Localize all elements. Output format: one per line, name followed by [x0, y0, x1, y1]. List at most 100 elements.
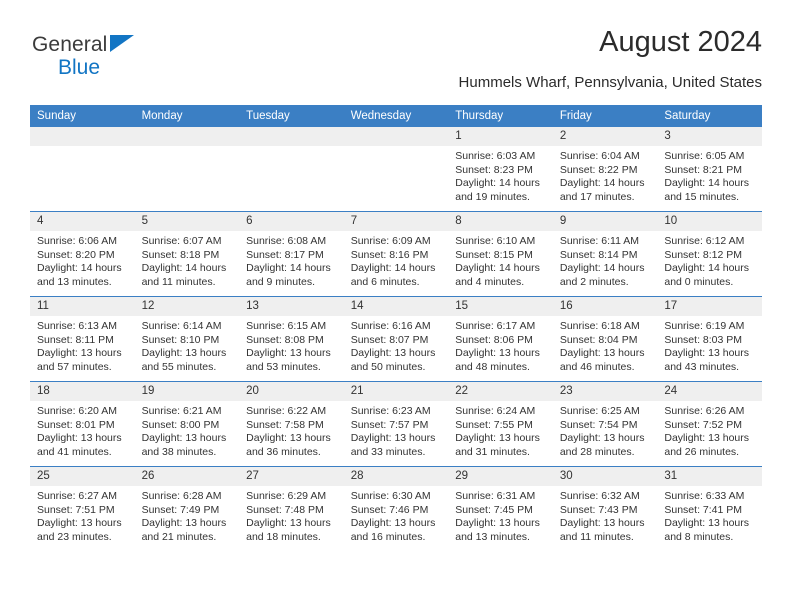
calendar-day-cell[interactable]: 14 Sunrise: 6:16 AM Sunset: 8:07 PM Dayligh…: [343, 296, 449, 382]
sunset-text: Sunset: 7:55 PM: [455, 418, 533, 431]
daylight-text-line2: and 4 minutes.: [455, 275, 525, 288]
day-sun-info: Sunrise: 6:08 AM Sunset: 8:17 PM Daylight:…: [239, 231, 344, 289]
daylight-text-line2: and 33 minutes.: [350, 445, 426, 458]
daylight-text-line1: Daylight: 13 hours: [664, 347, 750, 360]
calendar-day-cell[interactable]: 22 Sunrise: 6:24 AM Sunset: 7:55 PM Dayligh…: [448, 381, 553, 467]
calendar-day-cell[interactable]: 9 Sunrise: 6:11 AM Sunset: 8:14 PM Daylight…: [552, 211, 658, 297]
sunset-text: Sunset: 8:10 PM: [141, 333, 220, 346]
sunrise-text: Sunrise: 6:22 AM: [246, 405, 327, 417]
calendar-day-cell[interactable]: 12 Sunrise: 6:14 AM Sunset: 8:10 PM Dayligh…: [134, 296, 240, 382]
calendar-day-cell[interactable]: 7 Sunrise: 6:09 AM Sunset: 8:16 PM Daylight…: [343, 211, 449, 297]
day-number: 10: [657, 212, 762, 231]
daylight-text-line2: and 21 minutes.: [141, 530, 217, 543]
day-number: [239, 127, 344, 146]
sunrise-text: Sunrise: 6:23 AM: [350, 405, 431, 417]
sunset-text: Sunset: 7:52 PM: [664, 418, 743, 431]
day-number: 3: [657, 127, 762, 146]
calendar-day-cell[interactable]: 15 Sunrise: 6:17 AM Sunset: 8:06 PM Dayligh…: [448, 296, 553, 382]
weekday-header-monday: Monday: [134, 105, 240, 127]
day-number: 25: [30, 467, 135, 486]
calendar-day-cell[interactable]: 11 Sunrise: 6:13 AM Sunset: 8:11 PM Dayligh…: [30, 296, 135, 382]
daylight-text-line1: Daylight: 14 hours: [559, 262, 645, 275]
page-header: General Blue August 2024 Hummels Wharf, …: [30, 26, 762, 98]
day-number: 15: [448, 297, 553, 316]
calendar-day-cell[interactable]: 30 Sunrise: 6:32 AM Sunset: 7:43 PM Dayligh…: [552, 466, 658, 551]
calendar-day-cell[interactable]: 2 Sunrise: 6:04 AM Sunset: 8:22 PM Daylight…: [552, 127, 658, 212]
daylight-text-line2: and 15 minutes.: [664, 190, 740, 203]
calendar-day-cell[interactable]: 16 Sunrise: 6:18 AM Sunset: 8:04 PM Dayligh…: [552, 296, 658, 382]
day-number: 30: [552, 467, 658, 486]
daylight-text-line1: Daylight: 14 hours: [37, 262, 122, 275]
calendar-day-cell[interactable]: 21 Sunrise: 6:23 AM Sunset: 7:57 PM Dayligh…: [343, 381, 449, 467]
daylight-text-line2: and 0 minutes.: [664, 275, 734, 288]
day-sun-info: Sunrise: 6:18 AM Sunset: 8:04 PM Daylight:…: [553, 316, 658, 374]
day-number: 21: [343, 382, 449, 401]
sunset-text: Sunset: 8:07 PM: [350, 333, 429, 346]
sunrise-text: Sunrise: 6:05 AM: [664, 150, 745, 162]
sunrise-text: Sunrise: 6:29 AM: [246, 490, 327, 502]
day-number: 7: [343, 212, 449, 231]
day-number: [30, 127, 135, 146]
daylight-text-line1: Daylight: 13 hours: [664, 517, 750, 530]
day-number: [343, 127, 449, 146]
sunset-text: Sunset: 8:16 PM: [350, 248, 429, 261]
daylight-text-line2: and 9 minutes.: [246, 275, 316, 288]
page-location-subtitle: Hummels Wharf, Pennsylvania, United Stat…: [458, 74, 762, 91]
daylight-text-line2: and 28 minutes.: [559, 445, 635, 458]
daylight-text-line1: Daylight: 13 hours: [37, 347, 122, 360]
calendar-day-cell[interactable]: 19 Sunrise: 6:21 AM Sunset: 8:00 PM Dayligh…: [134, 381, 240, 467]
sunset-text: Sunset: 7:58 PM: [246, 418, 324, 431]
calendar-day-cell[interactable]: 31 Sunrise: 6:33 AM Sunset: 7:41 PM Dayligh…: [657, 466, 762, 551]
calendar-day-cell[interactable]: 17 Sunrise: 6:19 AM Sunset: 8:03 PM Dayligh…: [657, 296, 762, 382]
calendar-day-cell[interactable]: 13 Sunrise: 6:15 AM Sunset: 8:08 PM Dayligh…: [239, 296, 344, 382]
daylight-text-line2: and 18 minutes.: [246, 530, 321, 543]
calendar-day-cell[interactable]: 20 Sunrise: 6:22 AM Sunset: 7:58 PM Dayligh…: [239, 381, 344, 467]
daylight-text-line1: Daylight: 14 hours: [455, 262, 540, 275]
calendar-day-cell[interactable]: 24 Sunrise: 6:26 AM Sunset: 7:52 PM Dayligh…: [657, 381, 762, 467]
daylight-text-line1: Daylight: 13 hours: [141, 347, 227, 360]
calendar-day-cell[interactable]: 29 Sunrise: 6:31 AM Sunset: 7:45 PM Dayligh…: [448, 466, 553, 551]
day-sun-info: Sunrise: 6:22 AM Sunset: 7:58 PM Daylight:…: [239, 401, 344, 459]
daylight-text-line1: Daylight: 13 hours: [455, 432, 540, 445]
calendar-week-row: 4 Sunrise: 6:06 AM Sunset: 8:20 PM Daylight…: [30, 211, 762, 297]
calendar-day-cell[interactable]: 23 Sunrise: 6:25 AM Sunset: 7:54 PM Dayligh…: [552, 381, 658, 467]
sunrise-text: Sunrise: 6:28 AM: [141, 490, 222, 502]
calendar-day-cell[interactable]: 5 Sunrise: 6:07 AM Sunset: 8:18 PM Daylight…: [134, 211, 240, 297]
calendar-day-cell[interactable]: 18 Sunrise: 6:20 AM Sunset: 8:01 PM Dayligh…: [30, 381, 135, 467]
calendar-day-cell[interactable]: 25 Sunrise: 6:27 AM Sunset: 7:51 PM Dayligh…: [30, 466, 135, 551]
sunset-text: Sunset: 7:51 PM: [37, 503, 115, 516]
day-number: 27: [239, 467, 344, 486]
sunrise-text: Sunrise: 6:21 AM: [141, 405, 222, 417]
daylight-text-line2: and 31 minutes.: [455, 445, 530, 458]
day-number: 8: [448, 212, 553, 231]
daylight-text-line1: Daylight: 13 hours: [350, 347, 436, 360]
daylight-text-line1: Daylight: 14 hours: [559, 177, 645, 190]
day-sun-info: Sunrise: 6:04 AM Sunset: 8:22 PM Daylight:…: [553, 146, 658, 204]
day-number: 17: [657, 297, 762, 316]
calendar-table: Sunday Monday Tuesday Wednesday Thursday…: [30, 105, 762, 551]
calendar-day-cell[interactable]: 27 Sunrise: 6:29 AM Sunset: 7:48 PM Dayligh…: [239, 466, 344, 551]
daylight-text-line2: and 41 minutes.: [37, 445, 112, 458]
calendar-day-cell[interactable]: 4 Sunrise: 6:06 AM Sunset: 8:20 PM Daylight…: [30, 211, 135, 297]
calendar-day-cell[interactable]: 8 Sunrise: 6:10 AM Sunset: 8:15 PM Daylight…: [448, 211, 553, 297]
sunset-text: Sunset: 8:12 PM: [664, 248, 743, 261]
calendar-day-cell[interactable]: 1 Sunrise: 6:03 AM Sunset: 8:23 PM Daylight…: [448, 127, 553, 212]
calendar-day-cell[interactable]: 3 Sunrise: 6:05 AM Sunset: 8:21 PM Daylight…: [657, 127, 762, 212]
daylight-text-line1: Daylight: 13 hours: [246, 517, 331, 530]
sunrise-text: Sunrise: 6:03 AM: [455, 150, 536, 162]
calendar-day-cell[interactable]: 10 Sunrise: 6:12 AM Sunset: 8:12 PM Dayligh…: [657, 211, 762, 297]
day-sun-info: Sunrise: 6:11 AM Sunset: 8:14 PM Daylight:…: [553, 231, 658, 289]
daylight-text-line2: and 13 minutes.: [455, 530, 530, 543]
day-sun-info: Sunrise: 6:29 AM Sunset: 7:48 PM Daylight:…: [239, 486, 344, 544]
calendar-day-cell[interactable]: 28 Sunrise: 6:30 AM Sunset: 7:46 PM Dayligh…: [343, 466, 449, 551]
sunrise-text: Sunrise: 6:15 AM: [246, 320, 327, 332]
sunset-text: Sunset: 8:23 PM: [455, 163, 533, 176]
day-number: 22: [448, 382, 553, 401]
sunrise-text: Sunrise: 6:11 AM: [559, 235, 639, 247]
calendar-day-cell[interactable]: 26 Sunrise: 6:28 AM Sunset: 7:49 PM Dayligh…: [134, 466, 240, 551]
sunrise-text: Sunrise: 6:27 AM: [37, 490, 117, 502]
calendar-day-cell[interactable]: 6 Sunrise: 6:08 AM Sunset: 8:17 PM Daylight…: [239, 211, 344, 297]
sunset-text: Sunset: 8:03 PM: [664, 333, 743, 346]
day-number: 20: [239, 382, 344, 401]
general-blue-logo[interactable]: General Blue: [32, 34, 232, 78]
